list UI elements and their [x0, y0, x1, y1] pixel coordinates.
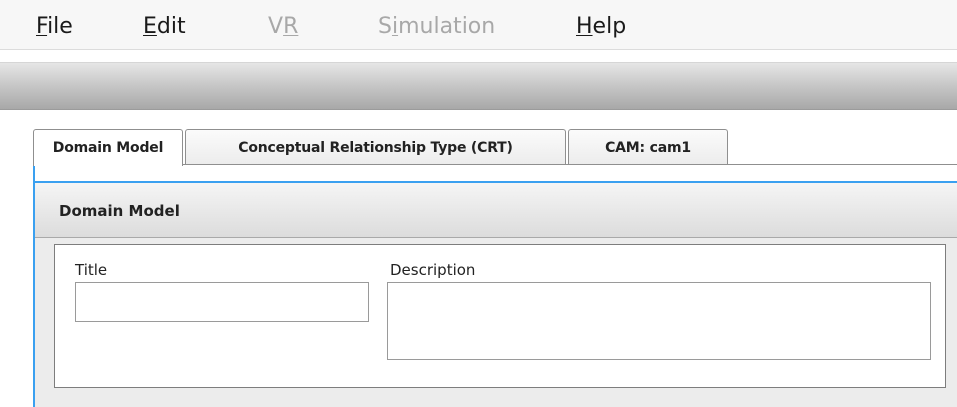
menu-vr[interactable]: VR: [268, 14, 298, 40]
panel-title: Domain Model: [59, 202, 180, 220]
tab-conceptual-relationship-type[interactable]: Conceptual Relationship Type (CRT): [185, 129, 566, 165]
description-label: Description: [390, 261, 476, 279]
title-label: Title: [75, 261, 108, 279]
menu-simulation[interactable]: Simulation: [378, 14, 495, 40]
menu-help[interactable]: Help: [576, 14, 626, 40]
panel-body: Title Description: [35, 238, 957, 407]
menu-edit[interactable]: Edit: [143, 14, 186, 40]
menu-file[interactable]: File: [36, 14, 73, 40]
tab-cam-cam1[interactable]: CAM: cam1: [568, 129, 728, 165]
toolbar: [0, 62, 957, 110]
title-input[interactable]: [75, 282, 369, 322]
panel-header: Domain Model: [35, 183, 957, 238]
tab-domain-model[interactable]: Domain Model: [33, 129, 183, 166]
menu-bar: File Edit VR Simulation Help: [0, 0, 957, 50]
tab-bar: Domain Model Conceptual Relationship Typ…: [33, 129, 957, 166]
description-input[interactable]: [387, 282, 931, 360]
form-box: Title Description: [54, 244, 946, 388]
